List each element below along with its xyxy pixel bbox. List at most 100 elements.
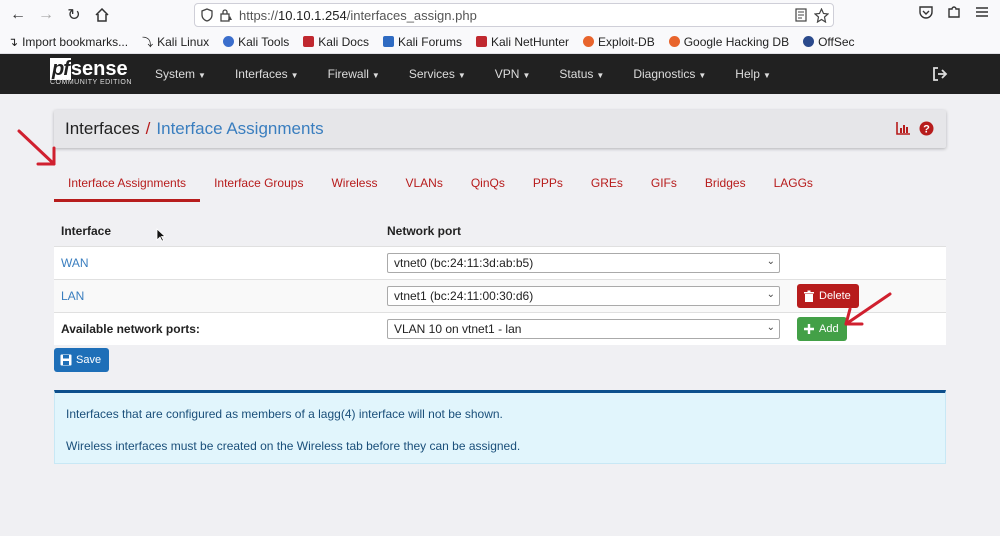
bookmark-kali-tools[interactable]: Kali Tools <box>223 35 289 49</box>
lock-warning-icon[interactable] <box>219 8 233 22</box>
tab-interface-assignments[interactable]: Interface Assignments <box>54 172 201 202</box>
caret-down-icon: ▼ <box>596 71 605 80</box>
reload-icon[interactable]: ↻ <box>60 1 88 29</box>
menu-services[interactable]: Services ▼ <box>409 67 466 81</box>
exploit-db-icon <box>583 36 595 47</box>
breadcrumb-interface-assignments[interactable]: Interface Assignments <box>156 119 323 139</box>
chevron-down-icon: ⌄ <box>766 256 775 267</box>
tab-laggs[interactable]: LAGGs <box>760 172 827 202</box>
breadcrumb-interfaces[interactable]: Interfaces <box>65 119 140 139</box>
browser-toolbar: ← → ↻ https://10.10.1.254/interfaces_ass… <box>0 0 1000 30</box>
table-row-available: Available network ports: VLAN 10 on vtne… <box>54 312 946 345</box>
google-hacking-db-icon <box>668 36 680 47</box>
selected-port-value: VLAN 10 on vtnet1 - lan <box>394 322 522 336</box>
kali-dragon-icon: ⤵ <box>142 36 154 49</box>
tab-ppps[interactable]: PPPs <box>519 172 577 202</box>
save-label: Save <box>76 354 102 366</box>
kali-forums-icon <box>382 36 394 47</box>
hamburger-menu-icon[interactable] <box>974 4 990 20</box>
annotation-arrow-tab-icon <box>17 129 56 166</box>
shield-icon <box>201 8 213 22</box>
caret-down-icon: ▼ <box>198 71 206 80</box>
bookmark-kali-linux[interactable]: ⤵ Kali Linux <box>142 34 209 50</box>
trash-icon <box>804 290 814 302</box>
chevron-down-icon: ⌄ <box>766 289 775 300</box>
kali-docs-icon <box>303 36 315 47</box>
plus-icon <box>804 324 814 334</box>
menu-interfaces[interactable]: Interfaces ▼ <box>235 67 299 81</box>
menu-status[interactable]: Status ▼ <box>559 67 604 81</box>
table-row: WAN vtnet0 (bc:24:11:3d:ab:b5) ⌄ <box>54 246 946 279</box>
mouse-cursor-icon <box>156 228 166 242</box>
chevron-down-icon: ⌄ <box>766 322 775 333</box>
bookmarks-bar: ↴ Import bookmarks... ⤵ Kali Linux Kali To… <box>0 30 1000 54</box>
caret-down-icon: ▼ <box>522 71 531 80</box>
caret-down-icon: ▼ <box>762 71 771 80</box>
caret-down-icon: ▼ <box>457 71 466 80</box>
selected-port-value: vtnet0 (bc:24:11:3d:ab:b5) <box>394 256 534 270</box>
available-port-select[interactable]: VLAN 10 on vtnet1 - lan ⌄ <box>387 319 780 339</box>
tab-gres[interactable]: GREs <box>577 172 637 202</box>
menu-vpn[interactable]: VPN ▼ <box>495 67 531 81</box>
reader-view-icon[interactable] <box>794 8 808 23</box>
caret-down-icon: ▼ <box>290 71 299 80</box>
menu-help[interactable]: Help ▼ <box>735 67 771 81</box>
bookmark-offsec[interactable]: OffSec <box>803 35 855 49</box>
menu-system[interactable]: System ▼ <box>155 67 206 81</box>
network-port-select-lan[interactable]: vtnet1 (bc:24:11:00:30:d6) ⌄ <box>387 286 780 306</box>
tab-qinqs[interactable]: QinQs <box>457 172 519 202</box>
caret-down-icon: ▼ <box>371 71 380 80</box>
add-label: Add <box>819 323 839 335</box>
page-header: Interfaces / Interface Assignments ? <box>54 110 946 148</box>
breadcrumb-separator: / <box>145 119 151 138</box>
info-line-lagg: Interfaces that are configured as member… <box>66 407 503 421</box>
main-menu: System ▼ Interfaces ▼ Firewall ▼ Services ▼ … <box>155 54 800 94</box>
info-line-wireless: Wireless interfaces must be created on t… <box>66 439 521 453</box>
bookmark-exploit-db[interactable]: Exploit-DB <box>583 35 655 49</box>
floppy-disk-icon <box>60 354 72 366</box>
import-icon: ↴ <box>8 34 19 49</box>
bookmark-kali-forums[interactable]: Kali Forums <box>382 35 462 49</box>
bookmark-google-hacking-db[interactable]: Google Hacking DB <box>668 35 789 49</box>
tab-wireless[interactable]: Wireless <box>317 172 391 202</box>
kali-nethunter-icon <box>475 36 487 47</box>
forward-icon[interactable]: → <box>32 1 60 29</box>
bookmark-star-icon[interactable] <box>814 7 829 23</box>
tab-gifs[interactable]: GIFs <box>637 172 691 202</box>
bookmark-kali-docs[interactable]: Kali Docs <box>303 35 369 49</box>
svg-text:?: ? <box>923 124 930 136</box>
tab-bar: Interface Assignments Interface Groups W… <box>54 172 827 202</box>
available-ports-label: Available network ports: <box>61 322 200 336</box>
chart-icon[interactable] <box>896 121 911 139</box>
url-bar[interactable]: https://10.10.1.254/interfaces_assign.ph… <box>194 3 834 27</box>
table-header: Interface Network port <box>54 216 946 246</box>
home-icon[interactable] <box>88 1 116 29</box>
pfsense-navbar: pf sense COMMUNITY EDITION System ▼ Interf… <box>0 54 1000 94</box>
extensions-icon[interactable] <box>946 4 962 20</box>
bookmark-import[interactable]: ↴ Import bookmarks... <box>8 35 128 49</box>
tab-vlans[interactable]: VLANs <box>391 172 456 202</box>
info-alert: Interfaces that are configured as member… <box>54 390 946 464</box>
logout-icon[interactable] <box>932 66 948 85</box>
menu-diagnostics[interactable]: Diagnostics ▼ <box>633 67 706 81</box>
pocket-icon[interactable] <box>918 4 934 20</box>
table-row: LAN vtnet1 (bc:24:11:00:30:d6) ⌄ Delete <box>54 279 946 312</box>
menu-firewall[interactable]: Firewall ▼ <box>328 67 380 81</box>
col-interface-header: Interface <box>61 224 112 238</box>
annotation-arrow-add-icon <box>844 292 892 326</box>
interface-link-wan[interactable]: WAN <box>61 256 89 270</box>
interface-link-lan[interactable]: LAN <box>61 289 84 303</box>
offsec-icon <box>803 36 815 47</box>
pfsense-logo[interactable]: pf sense COMMUNITY EDITION <box>50 58 132 92</box>
selected-port-value: vtnet1 (bc:24:11:00:30:d6) <box>394 289 534 303</box>
col-network-port-header: Network port <box>387 224 462 238</box>
caret-down-icon: ▼ <box>698 71 707 80</box>
bookmark-kali-nethunter[interactable]: Kali NetHunter <box>475 35 569 49</box>
back-icon[interactable]: ← <box>4 1 32 29</box>
help-icon[interactable]: ? <box>919 121 934 139</box>
network-port-select-wan[interactable]: vtnet0 (bc:24:11:3d:ab:b5) ⌄ <box>387 253 780 273</box>
tab-bridges[interactable]: Bridges <box>691 172 760 202</box>
save-button[interactable]: Save <box>54 348 110 372</box>
assignments-table: Interface Network port WAN vtnet0 (bc:24… <box>54 216 946 345</box>
tab-interface-groups[interactable]: Interface Groups <box>200 172 317 202</box>
